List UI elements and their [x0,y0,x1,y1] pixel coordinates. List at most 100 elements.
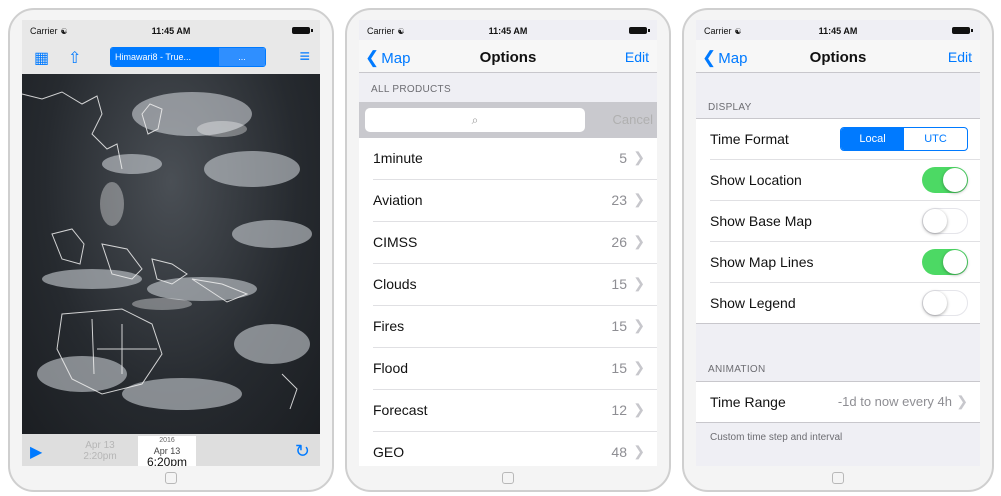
show-legend-row: Show Legend [710,283,980,323]
show-legend-label: Show Legend [710,295,796,311]
product-list: 1minute 5 ❯ Aviation 23 ❯ CIMSS 26 ❯ Clo… [359,138,657,466]
chevron-right-icon: ❯ [633,233,645,249]
menu-icon[interactable]: ≡ [299,46,310,67]
previous-frame[interactable]: Apr 13 2:20pm [72,440,128,462]
list-item-label: CIMSS [373,234,418,250]
time-range-value: -1d to now every 4h [837,394,952,409]
list-item[interactable]: 1minute 5 ❯ [373,138,657,180]
show-base-map-label: Show Base Map [710,213,812,229]
show-map-lines-toggle[interactable] [922,249,968,275]
settings-screen: Carrier ☯ 11:45 AM ❮ Map Options Edit DISP… [696,20,980,466]
list-item-count: 23 [611,192,627,208]
show-map-lines-label: Show Map Lines [710,254,814,270]
current-frame[interactable]: 2016 Apr 13 6:20pm [138,436,196,466]
status-bar: Carrier ☯ 11:45 AM [696,20,980,40]
status-time: 11:45 AM [151,26,191,36]
layers-icon[interactable]: ▦ [34,48,49,68]
battery-icon [292,27,313,34]
list-item[interactable]: GEO 48 ❯ [373,432,657,466]
satellite-map[interactable] [22,74,320,434]
search-bar: ⌕ Cancel [359,102,657,138]
chevron-right-icon: ❯ [633,401,645,417]
time-range-row[interactable]: Time Range -1d to now every 4h ❯ [710,382,980,422]
list-item-label: Flood [373,360,409,376]
time-range-label: Time Range [710,394,786,410]
satellite-imagery [22,91,312,410]
time-format-segmented-control[interactable]: Local UTC [840,127,968,151]
animation-bar: ▶ Apr 13 2:20pm 2016 Apr 13 6:20pm ↻ [22,434,320,466]
show-location-toggle[interactable] [922,167,968,193]
list-item-label: Clouds [373,276,417,292]
product-selector[interactable]: Himawari8 - True... ... [110,47,266,67]
time-format-utc[interactable]: UTC [904,128,967,150]
animation-settings-group: Time Range -1d to now every 4h ❯ [696,381,980,423]
list-item-label: 1minute [373,150,423,166]
show-base-map-row: Show Base Map [710,201,980,242]
chevron-right-icon: ❯ [633,191,645,207]
status-time: 11:45 AM [488,26,528,36]
section-header-display: DISPLAY [708,102,752,113]
time-format-local[interactable]: Local [841,128,904,150]
list-item[interactable]: Clouds 15 ❯ [373,264,657,306]
list-item-count: 12 [611,402,627,418]
home-button[interactable] [502,472,514,484]
chevron-right-icon: ❯ [633,149,645,165]
status-time: 11:45 AM [818,26,858,36]
status-bar: Carrier ☯ 11:45 AM [359,20,657,40]
show-map-lines-row: Show Map Lines [710,242,980,283]
list-item-count: 15 [611,318,627,334]
cancel-button[interactable]: Cancel [613,112,653,127]
time-range-footer-note: Custom time step and interval [710,432,843,443]
list-item[interactable]: CIMSS 26 ❯ [373,222,657,264]
list-item[interactable]: Forecast 12 ❯ [373,390,657,432]
device-frame-settings: Carrier ☯ 11:45 AM ❮ Map Options Edit DISP… [682,8,994,492]
list-item-count: 15 [611,276,627,292]
edit-button[interactable]: Edit [625,49,649,65]
chevron-right-icon: ❯ [956,393,968,409]
refresh-icon[interactable]: ↻ [295,441,310,462]
page-title: Options [479,49,537,66]
play-icon[interactable]: ▶ [30,442,42,462]
map-toolbar: ▦ ⇧ Himawari8 - True... ... ≡ [22,40,320,74]
list-item-count: 26 [611,234,627,250]
search-icon: ⌕ [471,113,479,127]
home-button[interactable] [832,472,844,484]
list-item[interactable]: Fires 15 ❯ [373,306,657,348]
previous-frame-date: Apr 13 [85,440,115,451]
toggle-knob [923,209,947,233]
product-name[interactable]: Himawari8 - True... [111,48,219,66]
toggle-knob [943,168,967,192]
chevron-right-icon: ❯ [633,317,645,333]
navigation-bar: ❮ Map Options Edit [359,40,657,73]
navigation-bar: ❮ Map Options Edit [696,40,980,73]
list-item-label: Fires [373,318,405,334]
map-screen: Carrier ☯ 11:45 AM ▦ ⇧ Himawari8 - True..… [22,20,320,466]
list-item-label: Aviation [373,192,423,208]
time-format-row: Time Format Local UTC [710,119,980,160]
status-bar: Carrier ☯ 11:45 AM [22,20,320,40]
chevron-right-icon: ❯ [633,275,645,291]
show-base-map-toggle[interactable] [922,208,968,234]
time-format-label: Time Format [710,131,789,147]
toggle-knob [943,250,967,274]
list-item-count: 48 [611,444,627,460]
frame-year: 2016 [159,437,175,444]
chevron-right-icon: ❯ [633,443,645,459]
edit-button[interactable]: Edit [948,49,972,65]
product-more-button[interactable]: ... [219,48,265,66]
list-item[interactable]: Aviation 23 ❯ [373,180,657,222]
list-item-count: 5 [619,150,627,166]
show-location-label: Show Location [710,172,802,188]
list-item-label: GEO [373,444,405,460]
home-button[interactable] [165,472,177,484]
search-input[interactable]: ⌕ [365,108,585,132]
products-screen: Carrier ☯ 11:45 AM ❮ Map Options Edit ALL … [359,20,657,466]
battery-icon [952,27,973,34]
show-legend-toggle[interactable] [922,290,968,316]
show-location-row: Show Location [710,160,980,201]
device-frame-products: Carrier ☯ 11:45 AM ❮ Map Options Edit ALL … [345,8,671,492]
share-icon[interactable]: ⇧ [68,48,81,68]
list-item[interactable]: Flood 15 ❯ [373,348,657,390]
toggle-knob [923,291,947,315]
section-header-animation: ANIMATION [708,364,766,375]
